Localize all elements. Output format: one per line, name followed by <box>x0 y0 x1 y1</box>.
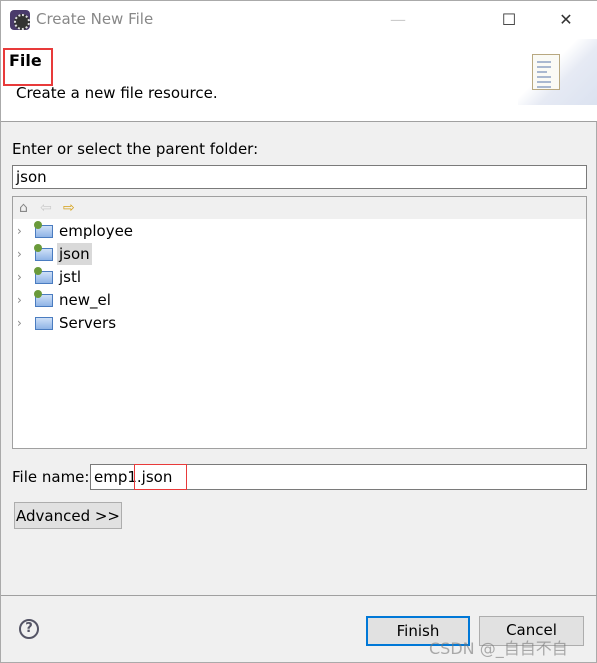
tree-item-new-el[interactable]: › new_el <box>17 289 113 311</box>
chevron-right-icon[interactable]: › <box>17 220 31 242</box>
help-icon[interactable]: ? <box>19 619 39 639</box>
divider <box>1 595 597 596</box>
forward-icon[interactable]: ⇨ <box>63 200 75 216</box>
tree-item-servers[interactable]: › Servers <box>17 312 118 334</box>
project-folder-icon <box>34 266 53 284</box>
folder-icon <box>35 316 53 330</box>
chevron-right-icon[interactable]: › <box>17 266 31 288</box>
window-title: Create New File <box>36 10 154 28</box>
tree-item-jstl[interactable]: › jstl <box>17 266 83 288</box>
chevron-right-icon[interactable]: › <box>17 312 31 334</box>
tree-item-json[interactable]: › json <box>17 243 92 265</box>
new-file-icon <box>532 54 560 90</box>
project-folder-icon <box>34 243 53 261</box>
parent-folder-label: Enter or select the parent folder: <box>12 140 259 158</box>
advanced-button[interactable]: Advanced >> <box>14 502 122 529</box>
close-button[interactable]: ✕ <box>554 9 578 31</box>
page-description: Create a new file resource. <box>16 84 218 102</box>
file-name-label: File name: <box>12 468 90 486</box>
home-icon[interactable]: ⌂ <box>19 200 28 216</box>
annotation-box <box>134 464 187 490</box>
back-icon[interactable]: ⇦ <box>40 200 52 216</box>
tree-item-employee[interactable]: › employee <box>17 220 135 242</box>
watermark: CSDN @_自自不自 <box>429 639 568 658</box>
parent-folder-input[interactable]: json <box>12 165 587 189</box>
maximize-button[interactable]: ☐ <box>497 9 521 31</box>
chevron-right-icon[interactable]: › <box>17 243 31 265</box>
minimize-button[interactable]: — <box>386 9 410 31</box>
chevron-right-icon[interactable]: › <box>17 289 31 311</box>
eclipse-icon <box>10 10 30 30</box>
title-bar: Create New File — ☐ ✕ <box>1 1 597 39</box>
annotation-box <box>3 48 53 86</box>
project-folder-icon <box>34 289 53 307</box>
project-folder-icon <box>34 220 53 238</box>
folder-tree[interactable]: ⌂ ⇦ ⇨ › employee › json › jstl › new_el › Ser… <box>12 196 587 449</box>
tree-toolbar: ⌂ ⇦ ⇨ <box>13 197 586 219</box>
wizard-header: File Create a new file resource. <box>1 39 597 122</box>
